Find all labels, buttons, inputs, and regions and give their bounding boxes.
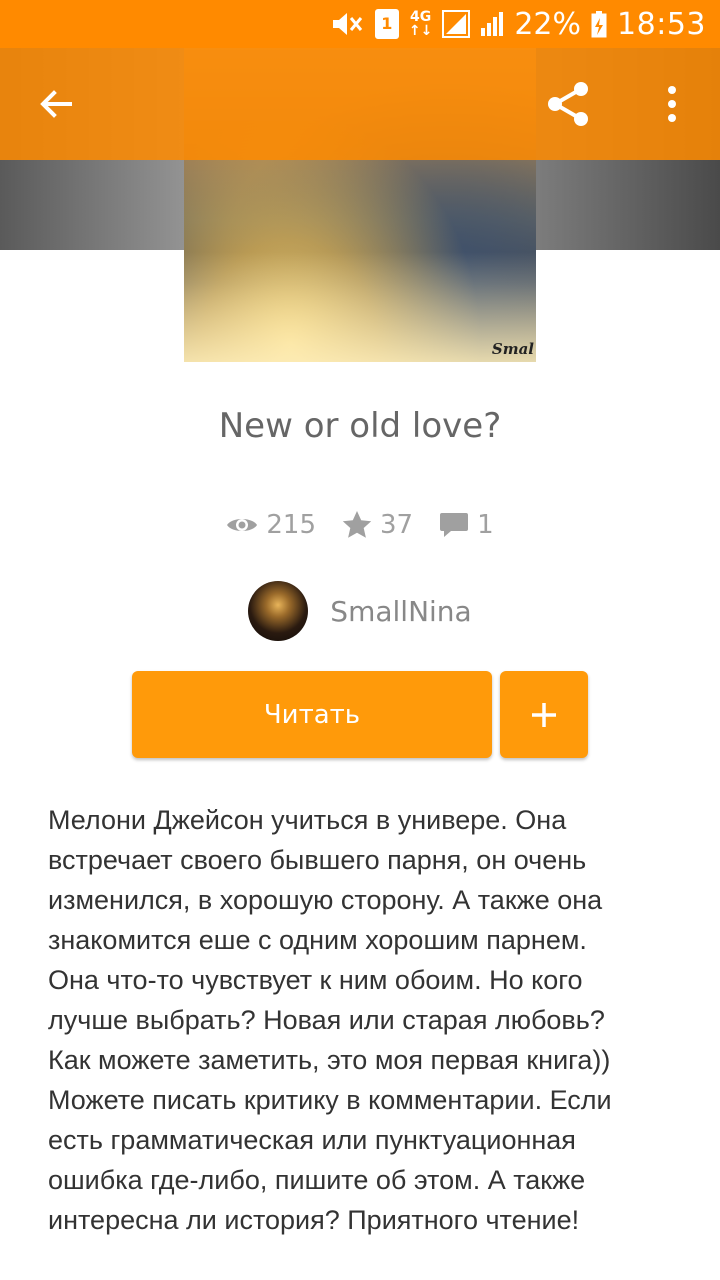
cover-watermark: Smal [491,340,534,358]
votes-stat: 37 [342,510,413,540]
toolbar [0,48,720,160]
signal-box-icon [442,10,471,38]
more-vert-icon [668,86,676,122]
arrow-back-icon [40,90,72,118]
battery-percent: 22% [514,6,582,42]
read-button[interactable]: Читать [132,671,492,758]
network-activity: ↑↓ [408,23,433,39]
status-icons: 1 4G ↑↓ 22% 18:53 [329,6,706,42]
share-button[interactable] [540,76,596,132]
share-icon [548,82,588,126]
read-button-label: Читать [263,699,361,730]
comments-stat: 1 [439,510,494,540]
story-stats: 215 37 1 [0,510,720,540]
story-title: New or old love? [218,406,502,446]
eye-icon [227,519,258,531]
comments-count: 1 [477,510,494,540]
sim-icon: 1 [374,9,399,39]
author-row[interactable]: SmallNina [0,580,720,642]
status-bar: 1 4G ↑↓ 22% 18:53 [0,0,720,48]
story-description: Мелони Джейсон учиться в универе. Она вс… [48,805,612,1235]
plus-icon [532,702,556,727]
network-type: 4G [409,9,432,25]
views-stat: 215 [226,510,316,540]
more-button[interactable] [644,76,700,132]
battery-charging-icon [591,10,607,38]
comment-icon [440,513,469,537]
mute-icon [329,10,365,38]
signal-icon [480,10,504,38]
author-name[interactable]: SmallNina [330,595,471,628]
cover-light-effect [184,252,536,362]
clock: 18:53 [617,6,706,42]
votes-count: 37 [380,510,414,540]
star-icon [342,511,372,538]
back-button[interactable] [28,76,84,132]
network-4g-icon: 4G ↑↓ [409,10,432,38]
views-count: 215 [266,510,316,540]
avatar[interactable] [248,581,309,641]
add-to-library-button[interactable] [500,671,588,758]
